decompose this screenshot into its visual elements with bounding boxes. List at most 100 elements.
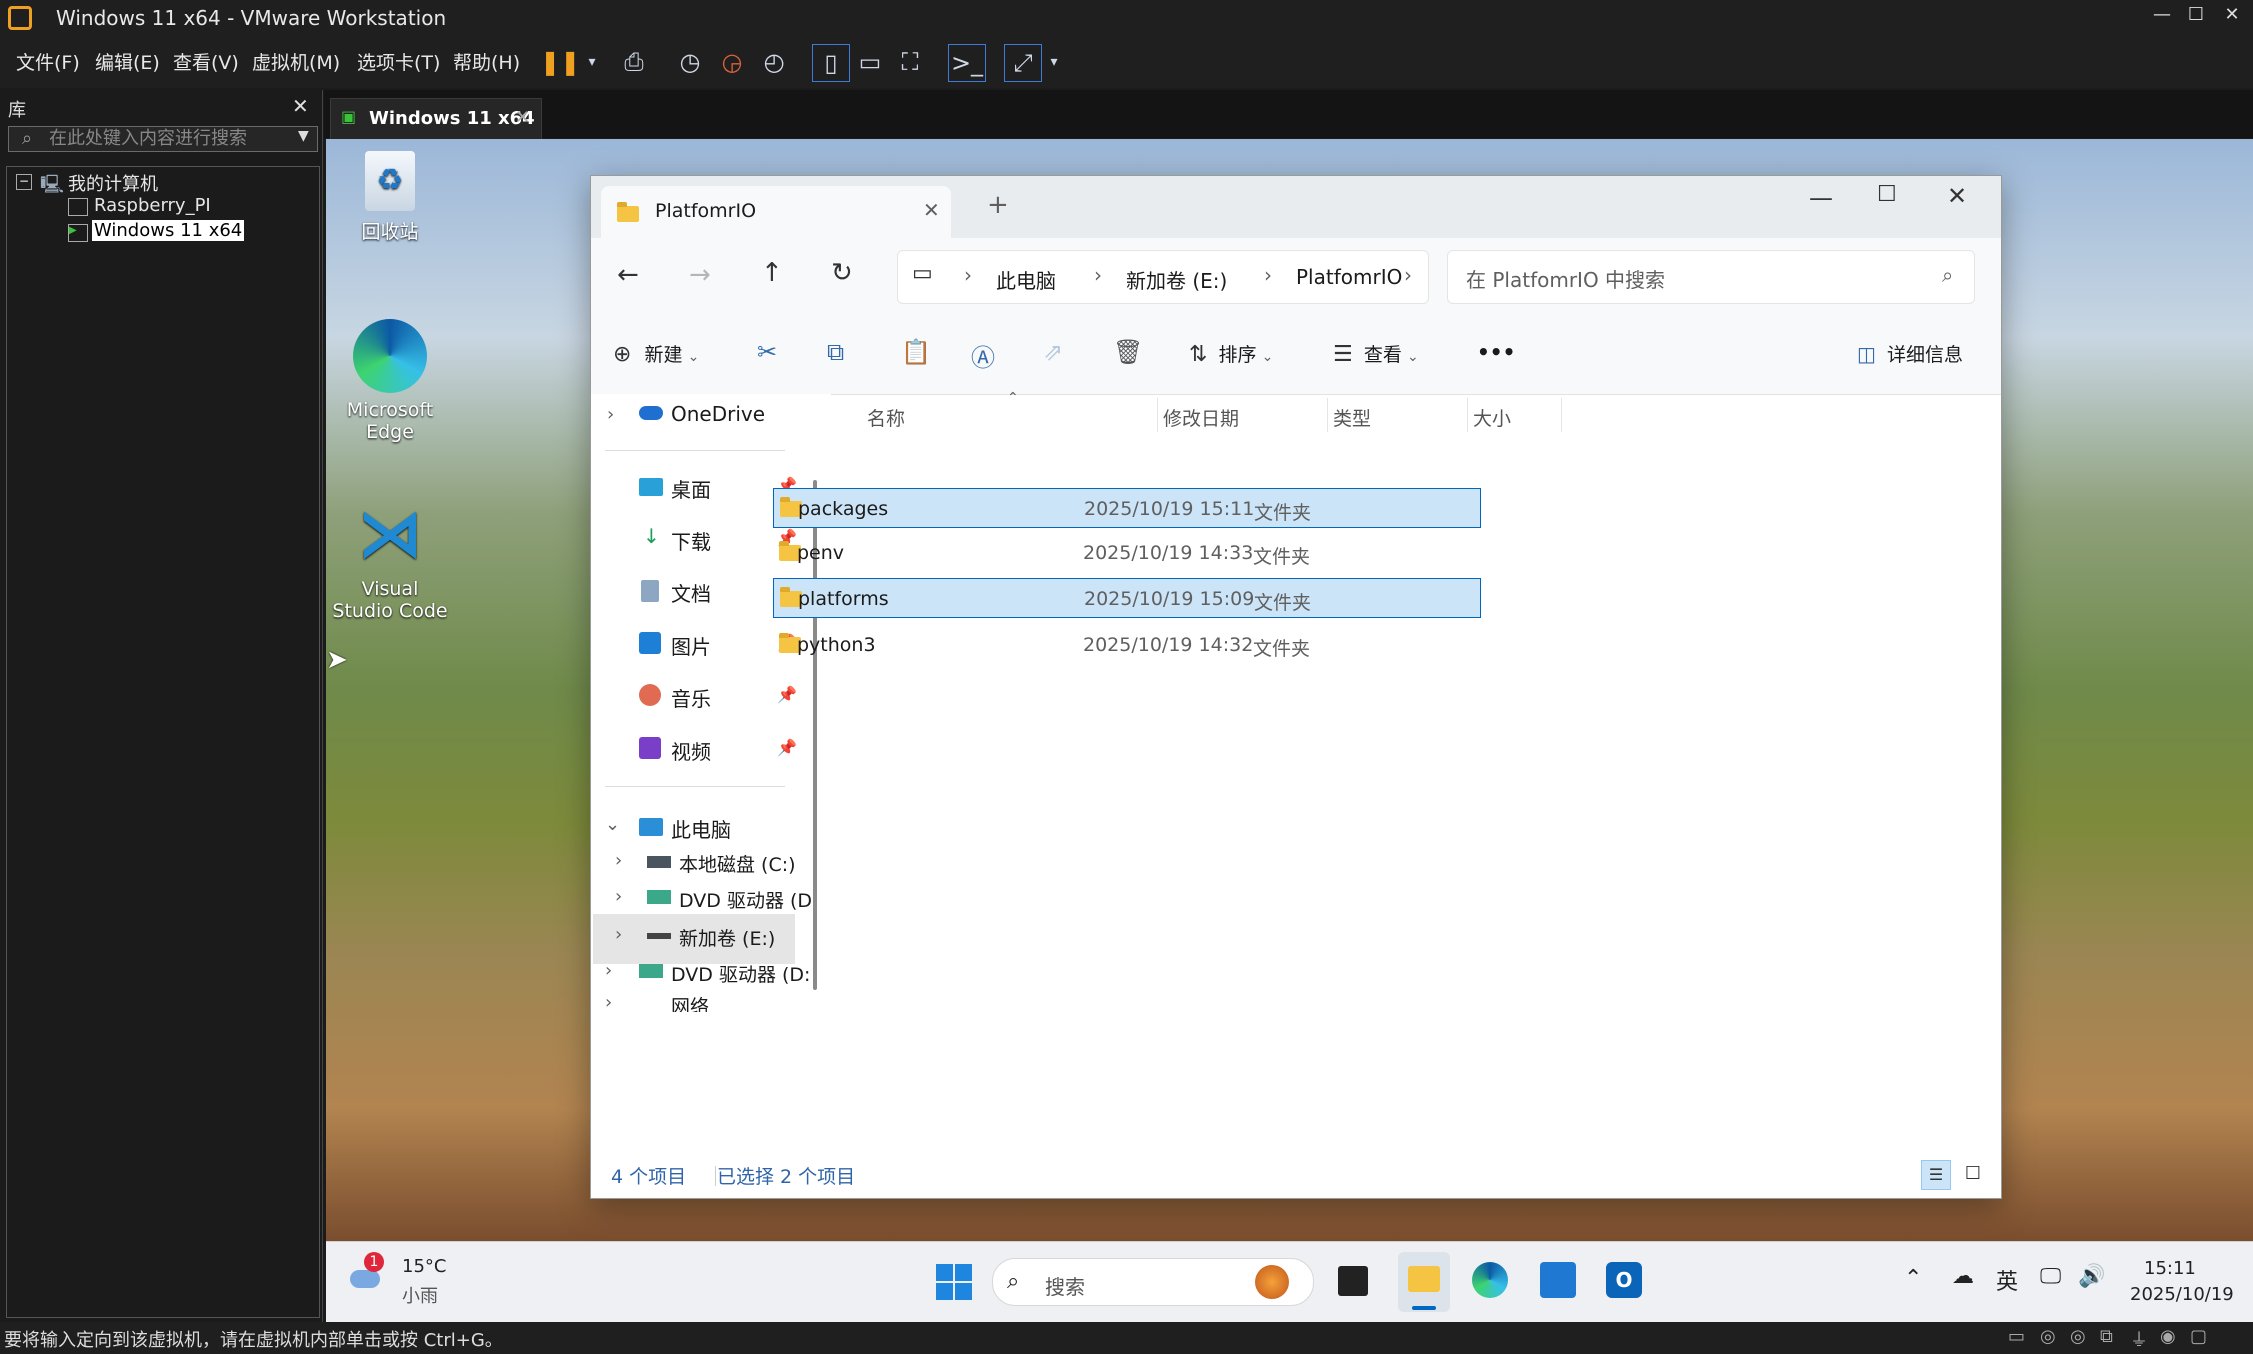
ime-indicator[interactable]: 英 [1996, 1264, 2018, 1296]
large-icons-view-icon[interactable]: ☐ [1959, 1160, 1987, 1188]
column-divider[interactable] [1561, 398, 1562, 432]
collapse-icon[interactable]: − [16, 174, 32, 190]
network-adapter-icon[interactable]: ⧉ [2100, 1326, 2113, 1347]
nav-onedrive[interactable]: OneDrive [671, 402, 765, 426]
file-row-penv[interactable]: penv 2025/10/19 14:33 文件夹 [773, 533, 1481, 573]
rename-icon[interactable]: Ⓐ [971, 338, 995, 373]
paste-icon[interactable]: 📋 [901, 338, 931, 366]
start-button[interactable] [936, 1264, 972, 1300]
tree-item-windows11[interactable]: Windows 11 x64 [92, 220, 245, 241]
back-icon[interactable]: ← [617, 260, 639, 290]
new-button[interactable]: ⊕ 新建 ⌄ [613, 340, 699, 367]
revert-snapshot-icon[interactable]: ◶ [714, 44, 750, 80]
column-divider[interactable] [1467, 398, 1468, 432]
chevron-right-icon[interactable]: › [615, 850, 622, 871]
nav-documents[interactable]: 文档 [671, 578, 711, 607]
chevron-right-icon[interactable]: › [1404, 263, 1412, 287]
menu-tabs[interactable]: 选项卡(T) [357, 48, 440, 75]
thumbnail-bar-icon[interactable]: ▭ [852, 44, 888, 80]
chevron-down-icon[interactable]: ▾ [574, 44, 610, 80]
tree-item-raspberry[interactable]: Raspberry_PI [94, 195, 211, 216]
column-divider[interactable] [1157, 398, 1158, 432]
column-divider[interactable] [1327, 398, 1328, 432]
sort-button[interactable]: ⇅ 排序 ⌄ [1189, 340, 1273, 367]
file-row-packages[interactable]: packages 2025/10/19 15:11 文件夹 [773, 488, 1481, 528]
nav-network[interactable]: 网络 [671, 992, 709, 1012]
delete-icon[interactable]: 🗑 [1113, 338, 1143, 366]
weather-temp[interactable]: 15°C [402, 1256, 446, 1277]
nav-this-pc[interactable]: 此电脑 [671, 814, 731, 843]
chevron-right-icon[interactable]: › [615, 886, 622, 907]
nav-downloads[interactable]: 下载 [671, 526, 711, 555]
display-icon[interactable]: ▢ [2190, 1326, 2207, 1347]
breadcrumb-drive[interactable]: 新加卷 (E:) [1126, 265, 1227, 294]
nav-dvd-1[interactable]: DVD 驱动器 (D [679, 886, 827, 913]
minimize-icon[interactable]: — [1809, 184, 1833, 212]
explorer-tab[interactable]: PlatfomrIO ✕ [601, 186, 951, 238]
taskbar-search[interactable]: ⌕ 搜索 [992, 1258, 1314, 1306]
desktop-icon-recycle-bin[interactable]: ♻ 回收站 [330, 151, 450, 244]
close-icon[interactable]: ✕ [1947, 182, 1967, 210]
view-button[interactable]: ☰ 查看 ⌄ [1333, 340, 1419, 367]
up-icon[interactable]: ↑ [761, 258, 783, 288]
chevron-right-icon[interactable]: › [607, 404, 614, 425]
nav-desktop[interactable]: 桌面 [671, 474, 711, 503]
send-keys-icon[interactable]: ⎙ [616, 44, 652, 80]
chevron-right-icon[interactable]: › [615, 924, 622, 945]
copy-icon[interactable]: ⧉ [827, 338, 844, 366]
usb-icon[interactable]: ⏚ [2130, 1326, 2148, 1352]
store-icon[interactable] [1540, 1262, 1576, 1298]
column-size[interactable]: 大小 [1473, 404, 1511, 431]
menu-help[interactable]: 帮助(H) [453, 48, 520, 75]
forward-icon[interactable]: → [689, 260, 711, 290]
chevron-down-icon[interactable]: ⌄ [605, 814, 620, 835]
chevron-down-icon[interactable]: ▼ [298, 128, 309, 144]
edge-icon[interactable] [1472, 1262, 1508, 1298]
tab-close-icon[interactable]: ✕ [515, 107, 530, 128]
snapshot-icon[interactable]: ◷ [672, 44, 708, 80]
desktop-icon-edge[interactable]: Microsoft Edge [330, 319, 450, 443]
maximize-icon[interactable]: ☐ [2176, 4, 2216, 25]
weather-widget-icon[interactable]: 1 [350, 1252, 384, 1290]
chevron-right-icon[interactable]: › [605, 992, 612, 1012]
fullscreen-icon[interactable]: ⛶ [892, 44, 928, 80]
close-icon[interactable]: ✕ [2212, 4, 2252, 25]
menu-vm[interactable]: 虚拟机(M) [252, 48, 340, 75]
chevron-down-icon[interactable]: ▾ [1036, 44, 1072, 80]
nav-music[interactable]: 音乐 [671, 683, 711, 712]
chevron-right-icon[interactable]: › [605, 960, 612, 981]
network-icon[interactable]: 🖵 [2040, 1264, 2061, 1289]
pause-icon[interactable]: ❚❚ [540, 44, 580, 80]
library-toggle-icon[interactable]: ▯ [812, 44, 850, 82]
tab-close-icon[interactable]: ✕ [923, 198, 940, 222]
file-row-python3[interactable]: python3 2025/10/19 14:32 文件夹 [773, 625, 1481, 665]
menu-file[interactable]: 文件(F) [16, 48, 80, 75]
more-options-icon[interactable]: ••• [1477, 340, 1515, 364]
menu-view[interactable]: 查看(V) [173, 48, 239, 75]
tab-windows11[interactable]: ▣ Windows 11 x64 ✕ [330, 98, 542, 139]
column-type[interactable]: 类型 [1333, 404, 1371, 431]
address-bar[interactable]: ▭ › 此电脑 › 新加卷 (E:) › PlatfomrIO › [897, 250, 1429, 304]
console-view-icon[interactable]: >_ [948, 44, 986, 82]
nav-drive-c[interactable]: 本地磁盘 (C:) [679, 850, 796, 877]
hdd-icon[interactable]: ▭ [2008, 1326, 2025, 1347]
cut-icon[interactable]: ✂ [757, 338, 777, 366]
cloud-off-icon[interactable]: ☁ [1952, 1264, 1974, 1289]
nav-videos[interactable]: 视频 [671, 736, 711, 765]
library-close-icon[interactable]: ✕ [292, 94, 309, 118]
clock-time[interactable]: 15:11 [2144, 1258, 2196, 1279]
search-input[interactable]: 在 PlatfomrIO 中搜索 ⌕ [1447, 250, 1975, 304]
outlook-icon[interactable]: O [1606, 1262, 1642, 1298]
sound-icon[interactable]: ◉ [2160, 1326, 2176, 1347]
cdrom-icon[interactable]: ◎ [2040, 1326, 2056, 1347]
nav-dvd-2[interactable]: DVD 驱动器 (D: [671, 960, 821, 987]
new-tab-icon[interactable]: + [987, 190, 1009, 220]
volume-icon[interactable]: 🔊 [2078, 1264, 2105, 1289]
file-row-platforms[interactable]: platforms 2025/10/19 15:09 文件夹 [773, 578, 1481, 618]
weather-desc[interactable]: 小雨 [402, 1282, 438, 1308]
breadcrumb-folder[interactable]: PlatfomrIO [1296, 265, 1402, 289]
taskbar-explorer-button[interactable] [1398, 1252, 1450, 1312]
details-pane-button[interactable]: ◫ 详细信息 [1857, 340, 1963, 367]
share-icon[interactable]: ⇗ [1043, 338, 1063, 366]
snapshot-manager-icon[interactable]: ◴ [756, 44, 792, 80]
